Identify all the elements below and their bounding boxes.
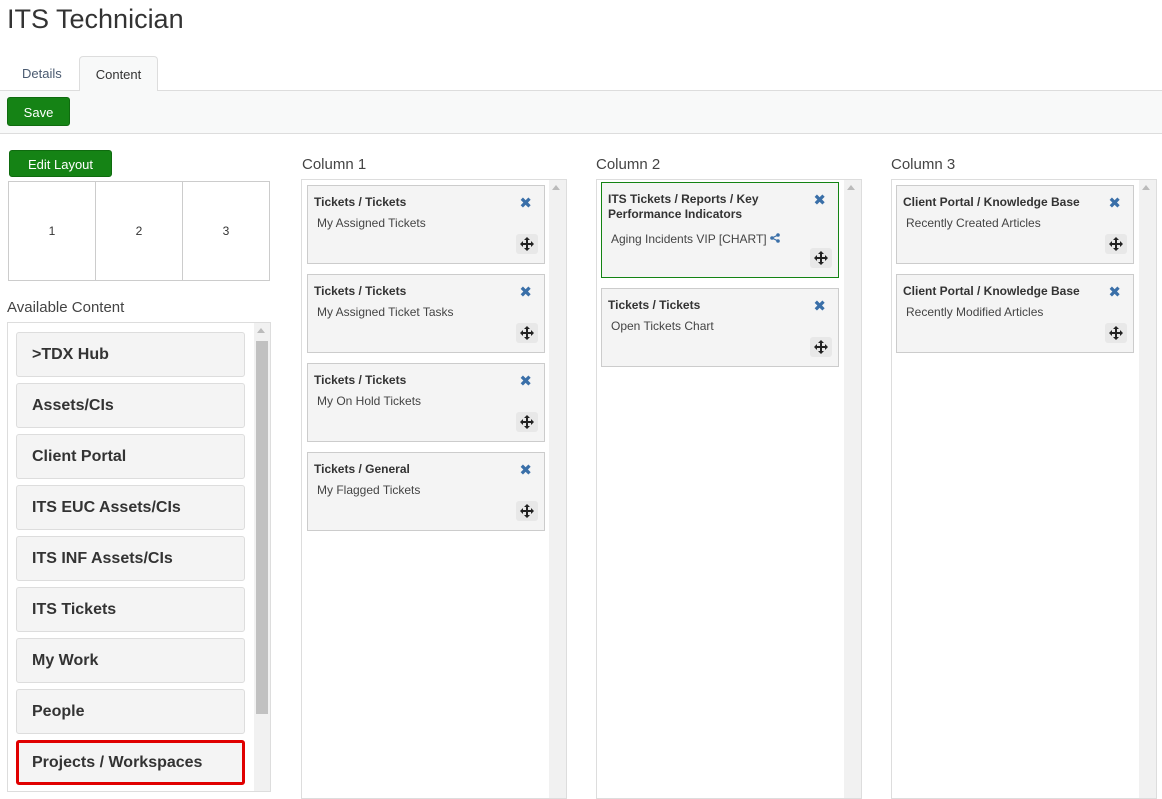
card-subtitle: Aging Incidents VIP [CHART]	[611, 232, 780, 246]
available-item-its-tickets[interactable]: ITS Tickets	[16, 587, 245, 632]
content-card[interactable]: Tickets / Tickets ✖ Open Tickets Chart	[601, 288, 839, 367]
scroll-up-arrow-icon[interactable]	[257, 328, 265, 333]
move-arrows-icon[interactable]	[810, 337, 832, 357]
move-arrows-icon[interactable]	[516, 501, 538, 521]
available-scrollbar[interactable]	[254, 323, 270, 791]
close-x-icon[interactable]: ✖	[519, 463, 532, 478]
move-arrows-icon[interactable]	[516, 412, 538, 432]
close-x-icon[interactable]: ✖	[1108, 196, 1121, 211]
layout-cell-3[interactable]: 3	[182, 181, 270, 281]
close-x-icon[interactable]: ✖	[519, 374, 532, 389]
column-1-label: Column 1	[302, 156, 367, 173]
card-subtitle: Recently Modified Articles	[906, 305, 1044, 319]
column-2-label: Column 2	[596, 156, 661, 173]
toolbar: Save	[0, 91, 1162, 134]
column-3: Client Portal / Knowledge Base ✖ Recentl…	[891, 179, 1157, 799]
available-item-my-work[interactable]: My Work	[16, 638, 245, 683]
content-card[interactable]: Client Portal / Knowledge Base ✖ Recentl…	[896, 185, 1134, 264]
card-title: Tickets / Tickets	[314, 284, 407, 298]
share-icon	[769, 233, 780, 246]
available-content-label: Available Content	[7, 299, 125, 316]
close-x-icon[interactable]: ✖	[813, 193, 826, 208]
close-x-icon[interactable]: ✖	[519, 196, 532, 211]
card-title: ITS Tickets / Reports / Key Performance …	[608, 192, 759, 221]
move-arrows-icon[interactable]	[1105, 234, 1127, 254]
tab-details[interactable]: Details	[7, 56, 77, 91]
move-arrows-icon[interactable]	[1105, 323, 1127, 343]
available-item-people[interactable]: People	[16, 689, 245, 734]
move-arrows-icon[interactable]	[810, 248, 832, 268]
available-item-client-portal[interactable]: Client Portal	[16, 434, 245, 479]
scroll-up-arrow-icon[interactable]	[1142, 185, 1150, 190]
card-title: Tickets / Tickets	[314, 373, 407, 387]
scroll-up-arrow-icon[interactable]	[847, 185, 855, 190]
card-subtitle: Recently Created Articles	[906, 216, 1041, 230]
card-subtitle: My Assigned Tickets	[317, 216, 426, 230]
card-title: Client Portal / Knowledge Base	[903, 195, 1080, 209]
close-x-icon[interactable]: ✖	[813, 299, 826, 314]
available-item-assets-cis[interactable]: Assets/CIs	[16, 383, 245, 428]
column-2-scrollbar[interactable]	[844, 180, 861, 798]
available-content-list: >TDX Hub Assets/CIs Client Portal ITS EU…	[7, 322, 271, 792]
close-x-icon[interactable]: ✖	[519, 285, 532, 300]
content-card[interactable]: Client Portal / Knowledge Base ✖ Recentl…	[896, 274, 1134, 353]
page-title: ITS Technician	[7, 4, 184, 34]
card-subtitle: My On Hold Tickets	[317, 394, 422, 408]
column-3-scrollbar[interactable]	[1139, 180, 1156, 798]
edit-layout-button[interactable]: Edit Layout	[9, 150, 112, 177]
tab-bar: Details Content	[0, 56, 1162, 92]
card-title: Tickets / Tickets	[314, 195, 407, 209]
move-arrows-icon[interactable]	[516, 323, 538, 343]
card-title: Tickets / General	[314, 462, 410, 476]
available-item-its-euc-assets[interactable]: ITS EUC Assets/CIs	[16, 485, 245, 530]
scroll-thumb[interactable]	[256, 341, 268, 714]
available-item-its-inf-assets[interactable]: ITS INF Assets/CIs	[16, 536, 245, 581]
move-arrows-icon[interactable]	[516, 234, 538, 254]
layout-preview: 1 2 3	[8, 181, 270, 281]
card-title: Tickets / Tickets	[608, 298, 701, 312]
layout-cell-2[interactable]: 2	[95, 181, 183, 281]
scroll-up-arrow-icon[interactable]	[552, 185, 560, 190]
column-1: Tickets / Tickets ✖ My Assigned Tickets …	[301, 179, 567, 799]
save-button[interactable]: Save	[7, 97, 70, 126]
available-item-tdx-hub[interactable]: >TDX Hub	[16, 332, 245, 377]
card-subtitle: My Flagged Tickets	[317, 483, 421, 497]
content-card[interactable]: Tickets / General ✖ My Flagged Tickets	[307, 452, 545, 531]
column-2: ITS Tickets / Reports / Key Performance …	[596, 179, 862, 799]
available-item-projects-workspaces[interactable]: Projects / Workspaces	[16, 740, 245, 785]
layout-cell-1[interactable]: 1	[8, 181, 96, 281]
column-3-label: Column 3	[891, 156, 956, 173]
content-card[interactable]: Tickets / Tickets ✖ My On Hold Tickets	[307, 363, 545, 442]
card-subtitle: Open Tickets Chart	[611, 319, 714, 333]
card-title: Client Portal / Knowledge Base	[903, 284, 1080, 298]
content-card[interactable]: Tickets / Tickets ✖ My Assigned Tickets	[307, 185, 545, 264]
tab-content[interactable]: Content	[79, 56, 158, 92]
content-card[interactable]: Tickets / Tickets ✖ My Assigned Ticket T…	[307, 274, 545, 353]
content-card[interactable]: ITS Tickets / Reports / Key Performance …	[601, 182, 839, 278]
card-subtitle: My Assigned Ticket Tasks	[317, 305, 454, 319]
close-x-icon[interactable]: ✖	[1108, 285, 1121, 300]
column-1-scrollbar[interactable]	[549, 180, 566, 798]
